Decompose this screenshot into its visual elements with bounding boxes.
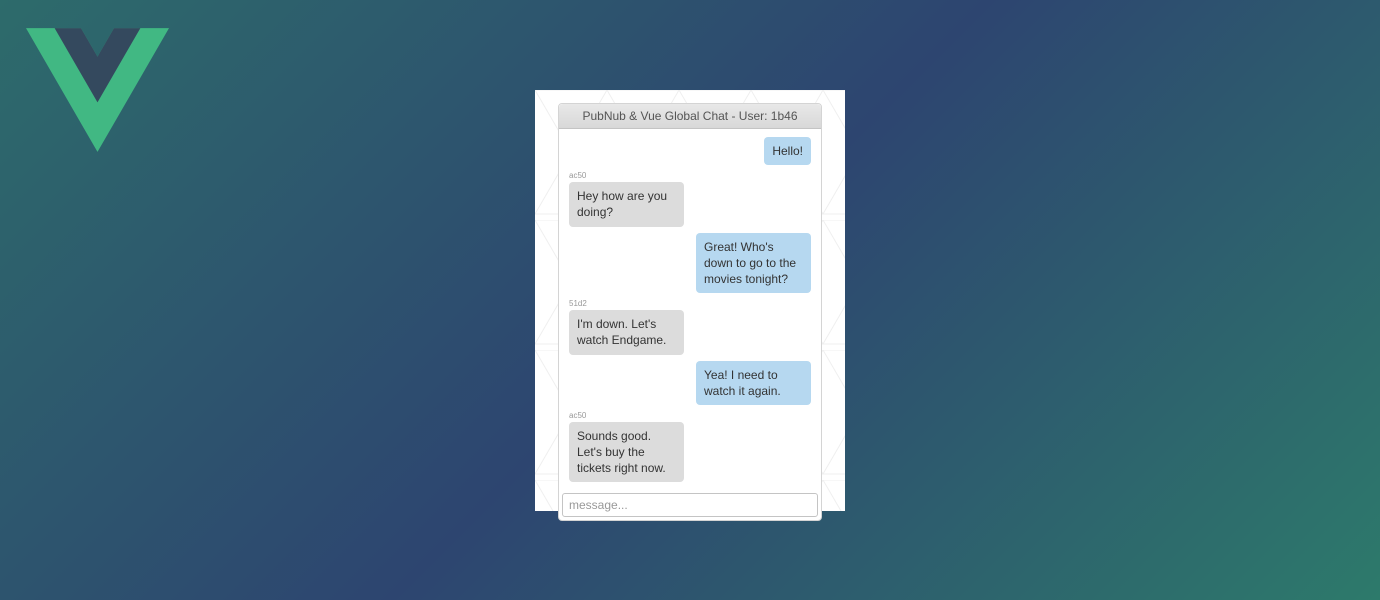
sender-label: ac50: [569, 411, 586, 420]
chat-header: PubNub & Vue Global Chat - User: 1b46: [559, 104, 821, 129]
message-group: ac50 Sounds good. Let's buy the tickets …: [569, 411, 811, 483]
message-list[interactable]: Hello! ac50 Hey how are you doing? Great…: [559, 129, 821, 490]
message-bubble-theirs: Sounds good. Let's buy the tickets right…: [569, 422, 684, 483]
message-group: Hello!: [569, 137, 811, 165]
input-container: [559, 490, 821, 520]
sender-label: ac50: [569, 171, 586, 180]
chat-window: PubNub & Vue Global Chat - User: 1b46 He…: [558, 103, 822, 521]
message-group: Yea! I need to watch it again.: [569, 361, 811, 405]
message-bubble-theirs: I'm down. Let's watch Endgame.: [569, 310, 684, 354]
message-input[interactable]: [562, 493, 818, 517]
message-bubble-theirs: Hey how are you doing?: [569, 182, 684, 226]
chat-title: PubNub & Vue Global Chat - User: 1b46: [582, 109, 797, 123]
message-group: Great! Who's down to go to the movies to…: [569, 233, 811, 294]
vue-logo-icon: [26, 28, 169, 157]
message-bubble-mine: Hello!: [764, 137, 811, 165]
message-bubble-mine: Great! Who's down to go to the movies to…: [696, 233, 811, 294]
message-bubble-mine: Yea! I need to watch it again.: [696, 361, 811, 405]
message-group: ac50 Hey how are you doing?: [569, 171, 811, 226]
sender-label: 51d2: [569, 299, 587, 308]
message-group: 51d2 I'm down. Let's watch Endgame.: [569, 299, 811, 354]
